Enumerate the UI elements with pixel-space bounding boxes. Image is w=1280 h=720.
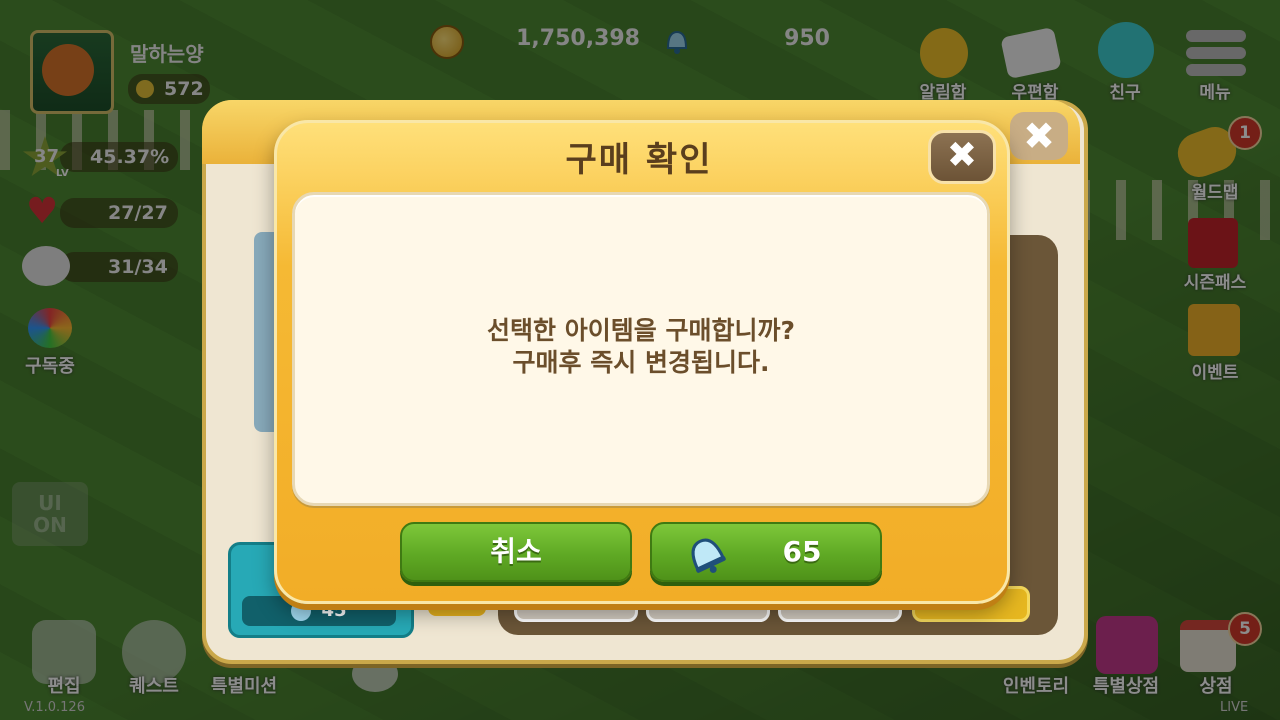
dialog-message-line2: 구매후 즉시 변경됩니다. — [512, 348, 770, 377]
dialog-title: 구매 확인 — [565, 140, 713, 180]
shop-close-button[interactable]: ✖ — [1010, 112, 1068, 160]
confirm-price: 65 — [782, 535, 822, 568]
confirm-purchase-button[interactable]: 65 — [650, 522, 882, 582]
cancel-button[interactable]: 취소 — [400, 522, 632, 582]
bell-price-icon — [691, 538, 726, 573]
dialog-message-line1: 선택한 아이템을 구매합니까? — [487, 316, 795, 345]
dialog-close-button[interactable]: ✖ — [928, 130, 996, 184]
cancel-label: 취소 — [490, 535, 542, 568]
dialog-message: 선택한 아이템을 구매합니까? 구매후 즉시 변경됩니다. — [292, 315, 990, 379]
bell-price-icon — [291, 601, 312, 621]
